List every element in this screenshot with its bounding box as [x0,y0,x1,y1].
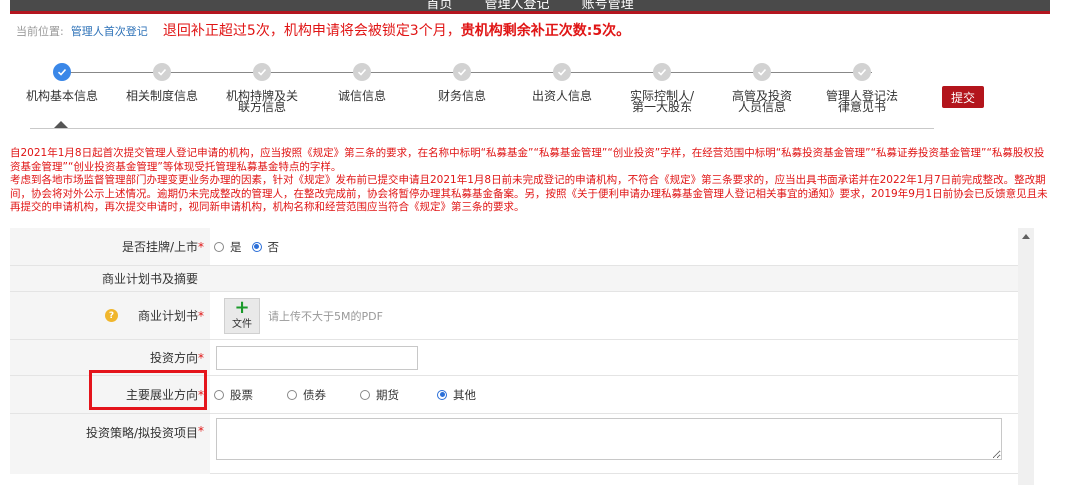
nav-item-home[interactable]: 首页 [426,0,452,11]
step-controller-info[interactable]: 实际控制人/第一大股东 [612,63,712,113]
naming-requirements-notice: 自2021年1月8日起首次提交管理人登记申请的机构，应当按照《规定》第三条的要求… [10,147,1052,215]
plus-icon: + [234,297,250,318]
radio-other[interactable]: 其他 [437,387,476,403]
radio-listed-yes[interactable]: 是 [214,239,242,255]
step-financial-info[interactable]: 财务信息 [412,63,512,102]
step-label: 相关制度信息 [125,89,198,103]
notice-paragraph-1: 自2021年1月8日起首次提交管理人登记申请的机构，应当按照《规定》第三条的要求… [10,147,1045,173]
top-navbar: 首页 管理人登记 账号管理 [10,0,1050,14]
nav-item-account-management[interactable]: 账号管理 [582,0,634,11]
step-label: 机构持牌及关联方信息 [226,89,299,114]
step-label: 财务信息 [437,89,486,103]
nav-item-manager-registration[interactable]: 管理人登记 [484,0,549,11]
listed-row: 是否挂牌/上市 * 是 否 [10,228,1018,266]
correction-warning-text: 退回补正超过5次，机构申请将会被锁定3个月， [162,23,461,39]
upload-file-button[interactable]: + 文件 [224,297,260,334]
investment-strategy-row: 投资策略/拟投资项目 * [10,414,1018,474]
listed-label: 是否挂牌/上市 * [10,228,210,265]
step-label: 管理人登记法律意见书 [826,89,899,114]
investment-direction-input[interactable] [216,345,418,370]
investment-strategy-label: 投资策略/拟投资项目 * [10,414,210,474]
radio-futures[interactable]: 期货 [360,387,399,403]
radio-stocks[interactable]: 股票 [214,387,253,403]
top-nav-menu: 首页 管理人登记 账号管理 [10,0,1050,11]
step-label: 实际控制人/第一大股东 [629,89,695,114]
step-investor-info[interactable]: 出资人信息 [512,63,612,102]
business-plan-label: ? 商业计划书 * [10,292,210,339]
check-icon [553,63,571,81]
step-integrity-info[interactable]: 诚信信息 [312,63,412,102]
radio-bonds[interactable]: 债券 [287,387,326,403]
steps-divider [30,128,934,129]
step-label: 高管及投资人员信息 [731,89,792,114]
radio-listed-no[interactable]: 否 [251,239,279,255]
step-progress-bar: 机构基本信息 相关制度信息 机构持牌及关联方信息 诚信信息 财务信息 出资人信息… [20,58,984,130]
check-icon [53,63,71,81]
check-icon [853,63,871,81]
check-icon [453,63,471,81]
step-basic-info[interactable]: 机构基本信息 [12,63,112,102]
breadcrumb-label: 当前位置: [16,25,64,38]
step-policy-info[interactable]: 相关制度信息 [112,63,212,102]
form-scrollbar[interactable] [1018,228,1034,485]
correction-warning: 退回补正超过5次，机构申请将会被锁定3个月，贵机构剩余补正次数:5次。 [163,23,630,39]
business-plan-section-row: 商业计划书及摘要 [10,266,1018,292]
breadcrumb-current-link[interactable]: 管理人首次登记 [71,25,148,38]
step-label: 机构基本信息 [25,89,98,103]
submit-button[interactable]: 提交 [942,86,984,108]
step-license-related-info[interactable]: 机构持牌及关联方信息 [212,63,312,113]
step-label: 出资人信息 [531,89,592,103]
breadcrumb: 当前位置: 管理人首次登记 退回补正超过5次，机构申请将会被锁定3个月，贵机构剩… [16,20,1056,42]
question-icon[interactable]: ? [104,309,118,322]
investment-strategy-textarea[interactable] [216,418,1002,460]
check-icon [753,63,771,81]
highlight-annotation-box [89,370,207,410]
step-executives-info[interactable]: 高管及投资人员信息 [712,63,812,113]
check-icon [353,63,371,81]
business-plan-row: ? 商业计划书 * + 文件 请上传不大于5M的PDF [10,292,1018,340]
active-step-caret-icon [54,121,68,128]
business-plan-section-label: 商业计划书及摘要 [10,266,1018,291]
basic-info-form: 是否挂牌/上市 * 是 否 商业计划书及摘要 ? 商业计划书 * + 文件 请上传不大于… [10,228,1018,485]
check-icon [653,63,671,81]
upload-hint: 请上传不大于5M的PDF [268,309,383,323]
step-legal-opinion[interactable]: 管理人登记法律意见书 [812,63,912,113]
step-label: 诚信信息 [337,89,386,103]
check-icon [253,63,271,81]
remaining-corrections: 贵机构剩余补正次数:5次。 [460,23,631,39]
scroll-up-arrow-icon[interactable] [1022,234,1030,239]
check-icon [153,63,171,81]
scrollbar-thumb[interactable] [1021,246,1031,482]
notice-paragraph-2: 考虑到各地市场监督管理部门办理变更业务办理的因素，针对《规定》发布前已提交申请且… [10,174,1048,213]
